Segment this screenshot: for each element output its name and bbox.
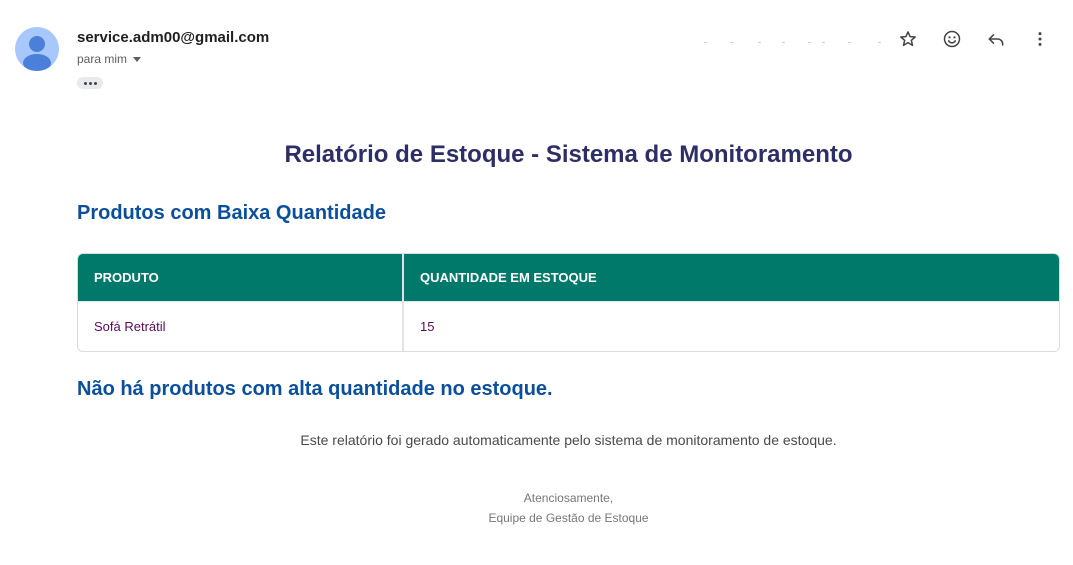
table-row: Sofá Retrátil 15 (78, 301, 1059, 351)
recipient-details[interactable]: para mim (77, 52, 142, 66)
high-stock-message: Não há produtos com alta quantidade no e… (77, 378, 553, 400)
signoff: Atenciosamente, Equipe de Gestão de Esto… (77, 488, 1060, 528)
column-header-product: PRODUTO (78, 254, 404, 301)
footer-note: Este relatório foi gerado automaticament… (300, 432, 837, 448)
low-stock-table: PRODUTO QUANTIDADE EM ESTOQUE Sofá Retrá… (77, 253, 1060, 352)
signoff-team: Equipe de Gestão de Estoque (488, 511, 649, 525)
sender-avatar[interactable] (15, 27, 59, 71)
column-header-quantity: QUANTIDADE EM ESTOQUE (404, 254, 1059, 301)
emoji-icon (943, 30, 961, 48)
dot-icon (93, 81, 97, 85)
redacted-timestamp (700, 40, 890, 46)
chevron-down-icon[interactable] (133, 57, 142, 62)
message-toolbar (888, 27, 1060, 51)
person-icon (23, 36, 51, 71)
dot-icon (88, 81, 92, 85)
report-title: Relatório de Estoque - Sistema de Monito… (284, 141, 853, 168)
low-stock-heading: Produtos com Baixa Quantidade (77, 202, 386, 224)
quantity-cell: 15 (404, 301, 1059, 351)
signoff-greeting: Atenciosamente, (523, 491, 614, 505)
more-options-button[interactable] (1020, 27, 1060, 51)
sender-email: service.adm00@gmail.com (77, 29, 270, 46)
show-trimmed-content-button[interactable] (77, 77, 103, 89)
more-vert-icon (1038, 32, 1042, 46)
add-reaction-button[interactable] (932, 27, 972, 51)
star-button[interactable] (888, 27, 928, 51)
reply-button[interactable] (976, 27, 1016, 51)
reply-icon (988, 34, 1004, 46)
star-icon (900, 31, 916, 47)
product-name-cell: Sofá Retrátil (78, 301, 404, 351)
table-header-row: PRODUTO QUANTIDADE EM ESTOQUE (78, 254, 1059, 301)
dot-icon (83, 81, 87, 85)
recipient-label: para mim (77, 52, 128, 66)
